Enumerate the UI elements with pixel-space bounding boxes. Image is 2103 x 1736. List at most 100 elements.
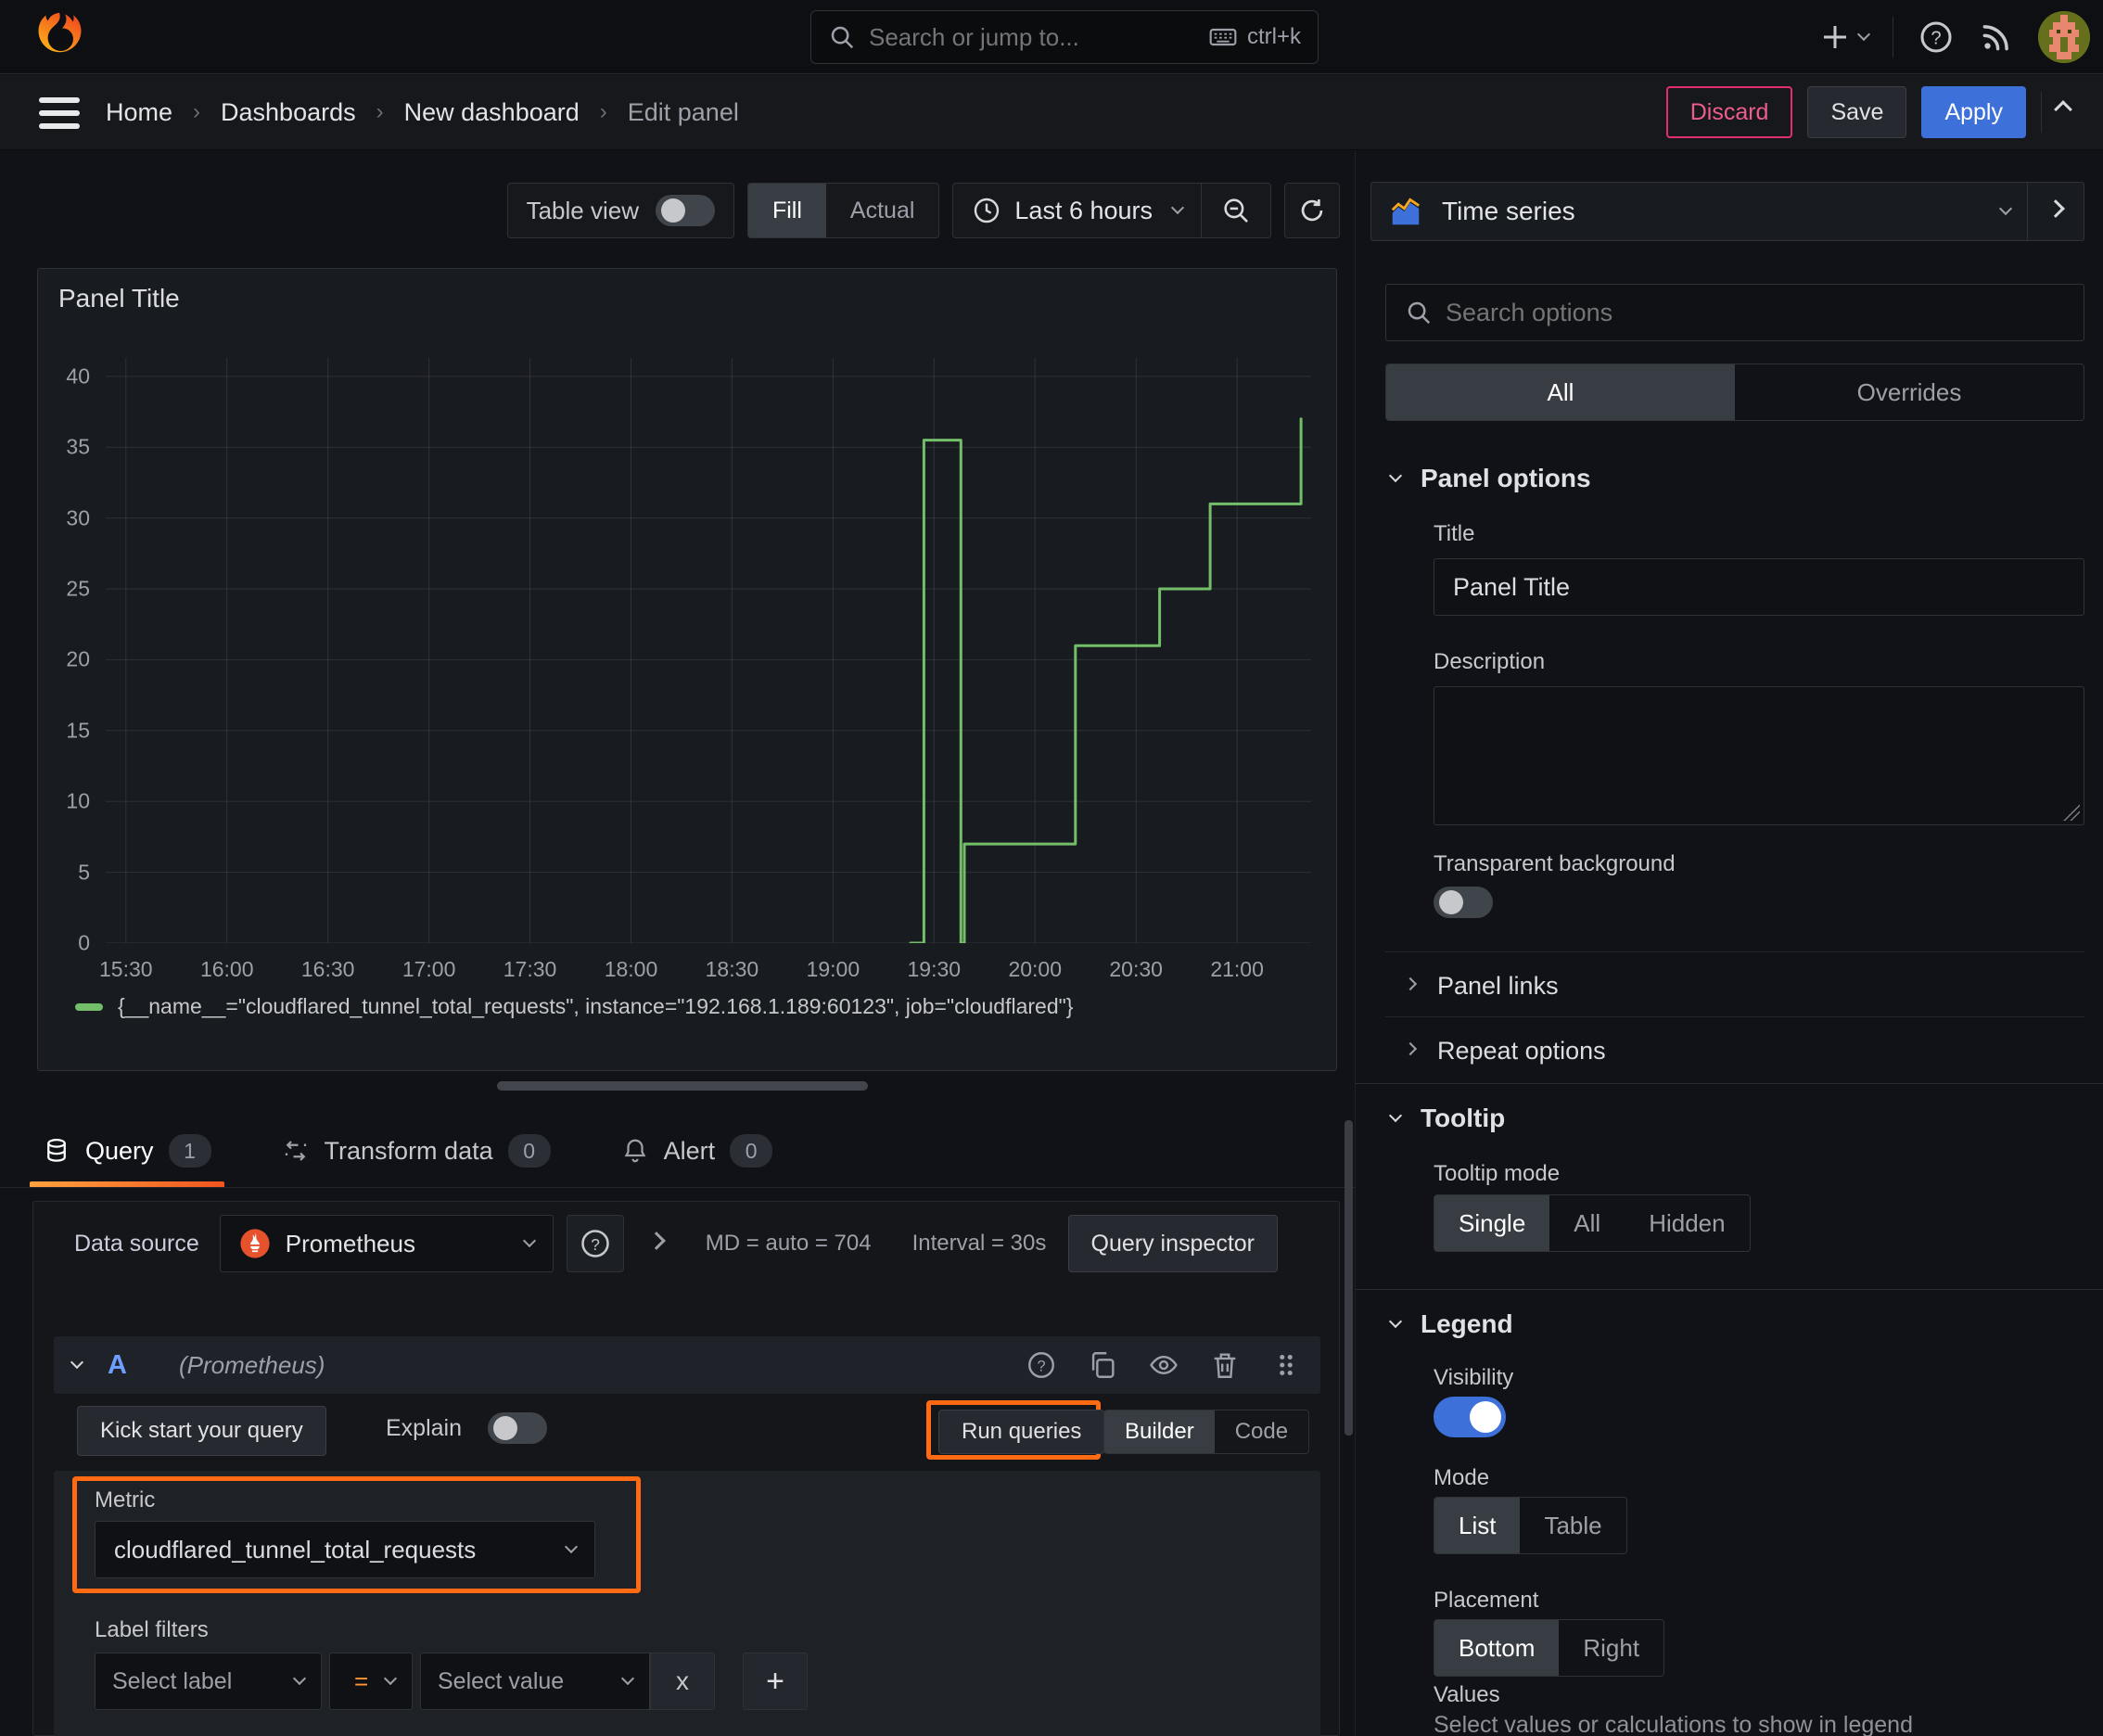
datasource-help-button[interactable]: ? <box>566 1215 624 1272</box>
tab-alert[interactable]: Alert 0 <box>616 1117 779 1184</box>
explain-label: Explain <box>386 1415 462 1441</box>
apply-button[interactable]: Apply <box>1921 86 2026 138</box>
menu-toggle-button[interactable] <box>39 97 80 129</box>
options-tab-overrides[interactable]: Overrides <box>1735 364 2084 420</box>
tooltip-section-header[interactable]: Tooltip <box>1388 1104 1505 1133</box>
operator-dropdown[interactable]: = <box>329 1653 413 1710</box>
tooltip-mode-single[interactable]: Single <box>1434 1195 1550 1251</box>
table-view-toggle[interactable] <box>655 195 715 226</box>
tooltip-mode-hidden[interactable]: Hidden <box>1625 1195 1749 1251</box>
panel-links-heading: Panel links <box>1437 972 1559 1000</box>
datasource-picker[interactable]: Prometheus <box>219 1215 554 1272</box>
svg-text:?: ? <box>1037 1358 1045 1374</box>
actual-option[interactable]: Actual <box>826 184 938 237</box>
x-axis-tick-label: 20:30 <box>1109 957 1163 981</box>
grafana-edit-panel-page: ctrl+k ? <box>0 0 2103 1736</box>
legend-placement-bottom[interactable]: Bottom <box>1434 1620 1560 1676</box>
duplicate-query-icon[interactable] <box>1087 1349 1118 1381</box>
tooltip-mode-all[interactable]: All <box>1549 1195 1625 1251</box>
run-queries-button[interactable]: Run queries <box>938 1410 1105 1454</box>
fill-option[interactable]: Fill <box>747 184 826 237</box>
series-legend-label[interactable]: {__name__="cloudflared_tunnel_total_requ… <box>118 994 1073 1019</box>
select-value-placeholder: Select value <box>438 1667 565 1694</box>
query-help-icon[interactable]: ? <box>1026 1349 1057 1381</box>
options-tab-all[interactable]: All <box>1386 364 1735 420</box>
y-axis-tick-label: 25 <box>66 576 90 601</box>
breadcrumb-home[interactable]: Home <box>106 98 172 127</box>
toggle-options-pane-button[interactable] <box>2028 183 2084 240</box>
add-new-button[interactable] <box>1818 20 1871 54</box>
refresh-button[interactable] <box>1284 183 1340 238</box>
collapse-query-chevron-icon[interactable] <box>70 1355 84 1370</box>
options-search-input[interactable] <box>1446 298 2065 327</box>
drag-handle-icon[interactable] <box>1270 1349 1302 1381</box>
visualization-picker[interactable]: Time series <box>1371 183 2027 240</box>
expand-row-chevron-icon[interactable] <box>646 1232 666 1250</box>
bell-icon <box>624 1139 645 1163</box>
horizontal-resize-handle[interactable] <box>497 1081 868 1091</box>
legend-visibility-toggle[interactable] <box>1434 1397 1506 1437</box>
hide-response-eye-icon[interactable] <box>1148 1349 1179 1381</box>
breadcrumb-bar: Home › Dashboards › New dashboard › Edit… <box>0 75 2103 150</box>
kick-start-query-button[interactable]: Kick start your query <box>77 1406 326 1456</box>
panel-description-textarea[interactable] <box>1434 686 2084 825</box>
tab-query[interactable]: Query 1 <box>30 1117 224 1188</box>
remove-filter-button[interactable]: x <box>650 1653 715 1710</box>
time-range-control: Last 6 hours <box>952 183 1271 238</box>
zoom-out-time-button[interactable] <box>1202 184 1270 237</box>
chevron-down-icon <box>1170 200 1185 215</box>
x-axis-tick-label: 19:00 <box>806 957 860 981</box>
breadcrumb-new-dashboard[interactable]: New dashboard <box>404 98 580 127</box>
query-inspector-button[interactable]: Query inspector <box>1067 1215 1278 1272</box>
legend-mode-list[interactable]: List <box>1434 1498 1521 1553</box>
collapse-options-button[interactable] <box>2054 100 2072 119</box>
series-color-swatch[interactable] <box>75 1002 103 1011</box>
panel-links-section-header[interactable]: Panel links <box>1403 972 1559 1001</box>
transparent-background-toggle[interactable] <box>1434 887 1493 918</box>
panel-title-input[interactable] <box>1453 572 2065 602</box>
vertical-scrollbar[interactable] <box>1345 1120 1353 1436</box>
chevron-down-icon <box>522 1233 536 1248</box>
global-search-box[interactable]: ctrl+k <box>810 10 1319 64</box>
delete-query-trash-icon[interactable] <box>1209 1349 1241 1381</box>
query-row-header[interactable]: A (Prometheus) ? <box>54 1336 1320 1394</box>
select-value-dropdown[interactable]: Select value <box>420 1653 650 1710</box>
time-series-chart[interactable] <box>106 358 1311 943</box>
x-axis-tick-label: 18:00 <box>604 957 658 981</box>
x-axis-tick-label: 17:30 <box>503 957 557 981</box>
chevron-right-icon <box>2046 199 2065 218</box>
select-label-dropdown[interactable]: Select label <box>95 1653 322 1710</box>
help-button[interactable]: ? <box>1918 19 1955 56</box>
add-filter-button[interactable]: + <box>743 1653 808 1710</box>
legend-placement-segmented: Bottom Right <box>1434 1619 1665 1677</box>
save-button[interactable]: Save <box>1807 86 1907 138</box>
repeat-options-section-header[interactable]: Repeat options <box>1403 1037 1606 1066</box>
grafana-logo-icon[interactable] <box>32 9 87 65</box>
explain-toggle[interactable] <box>488 1412 547 1444</box>
legend-section-header[interactable]: Legend <box>1388 1309 1513 1339</box>
panel-title-field[interactable] <box>1434 558 2084 616</box>
legend-placement-label: Placement <box>1434 1588 1539 1613</box>
metric-select[interactable]: cloudflared_tunnel_total_requests <box>95 1521 595 1578</box>
news-rss-button[interactable] <box>1979 19 2014 55</box>
resize-handle-icon[interactable] <box>2063 804 2080 821</box>
legend-mode-segmented: List Table <box>1434 1497 1627 1554</box>
chevron-right-icon <box>1403 976 1418 990</box>
clock-icon <box>975 198 1000 223</box>
tab-transform-data[interactable]: Transform data 0 <box>276 1117 556 1184</box>
chevron-down-icon <box>383 1671 398 1686</box>
options-search-box[interactable] <box>1385 284 2084 341</box>
code-option[interactable]: Code <box>1215 1410 1308 1453</box>
time-range-picker[interactable]: Last 6 hours <box>953 184 1201 237</box>
discard-button[interactable]: Discard <box>1665 86 1793 138</box>
top-nav-actions: ? <box>1818 0 2090 74</box>
breadcrumb-dashboards[interactable]: Dashboards <box>221 98 356 127</box>
search-input[interactable] <box>869 22 1195 52</box>
legend-placement-right[interactable]: Right <box>1559 1620 1663 1676</box>
title-field-label: Title <box>1434 521 1475 546</box>
builder-option[interactable]: Builder <box>1104 1410 1215 1453</box>
user-avatar[interactable] <box>2038 11 2090 63</box>
legend-mode-table[interactable]: Table <box>1520 1498 1625 1553</box>
panel-options-section-header[interactable]: Panel options <box>1388 464 1591 493</box>
help-circle-icon: ? <box>581 1230 609 1257</box>
